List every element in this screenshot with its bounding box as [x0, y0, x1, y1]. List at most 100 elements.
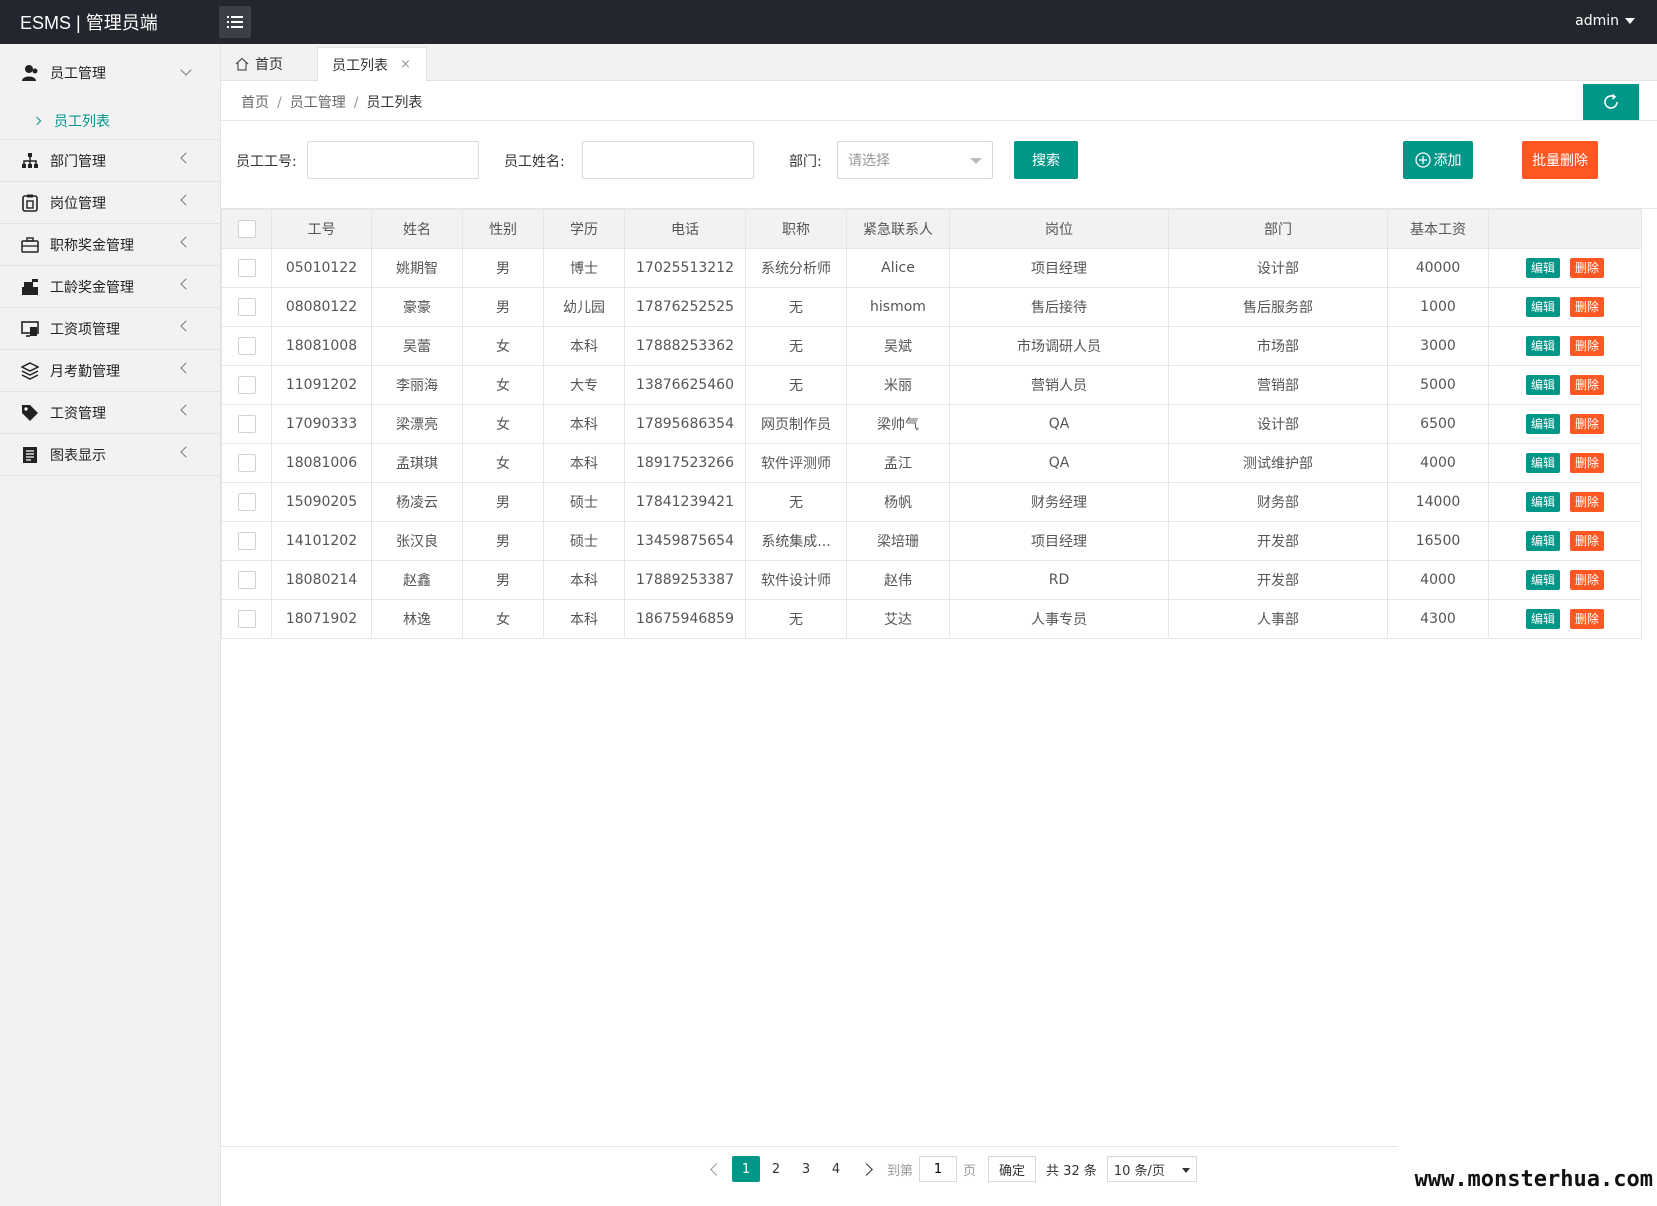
- sidebar-item-seniority-bonus[interactable]: 工龄奖金管理: [0, 266, 220, 308]
- employee-id-input[interactable]: [307, 141, 479, 179]
- breadcrumb-home[interactable]: 首页: [241, 95, 269, 111]
- delete-button[interactable]: 删除: [1570, 258, 1605, 278]
- sidebar-item-salary-item[interactable]: 工资项管理: [0, 308, 220, 350]
- edit-button[interactable]: 编辑: [1525, 414, 1560, 434]
- pagination-bar: 1 2 3 4 到第 页 确定 共 32 条 10 条/页: [221, 1146, 1398, 1191]
- table-cell: 13876625460: [624, 365, 746, 405]
- edit-button[interactable]: 编辑: [1525, 453, 1560, 473]
- sidebar-subitem-employee-list[interactable]: 员工列表: [0, 102, 220, 140]
- table-cell: 5000: [1387, 365, 1489, 405]
- breadcrumb: 首页 / 员工管理 / 员工列表: [241, 95, 423, 111]
- table-cell: 售后服务部: [1168, 287, 1388, 327]
- table-cell: 测试维护部: [1168, 443, 1388, 483]
- row-checkbox[interactable]: [237, 259, 256, 277]
- tab-home[interactable]: 首页: [221, 47, 317, 81]
- row-checkbox[interactable]: [237, 376, 256, 394]
- column-header[interactable]: 紧急联系人: [846, 209, 950, 249]
- caret-down-icon[interactable]: [1625, 18, 1635, 24]
- page-4[interactable]: 4: [822, 1156, 850, 1182]
- column-header[interactable]: 学历: [543, 209, 625, 249]
- close-icon[interactable]: ×: [400, 57, 411, 72]
- delete-button[interactable]: 删除: [1570, 492, 1605, 512]
- edit-button[interactable]: 编辑: [1525, 492, 1560, 512]
- sidebar-item-employee[interactable]: 员工管理: [0, 44, 220, 102]
- select-all-checkbox[interactable]: [237, 220, 256, 238]
- table-cell: 无: [745, 599, 847, 639]
- row-checkbox[interactable]: [237, 337, 256, 355]
- edit-button[interactable]: 编辑: [1525, 375, 1560, 395]
- row-checkbox[interactable]: [237, 415, 256, 433]
- column-header[interactable]: 工号: [271, 209, 372, 249]
- table-cell: 女: [462, 443, 544, 483]
- row-checkbox[interactable]: [237, 532, 256, 550]
- row-checkbox[interactable]: [237, 610, 256, 628]
- menu-toggle-button[interactable]: [219, 6, 251, 38]
- column-header[interactable]: 姓名: [371, 209, 463, 249]
- table-cell: hismom: [846, 287, 950, 327]
- row-checkbox[interactable]: [237, 493, 256, 511]
- next-page-button[interactable]: [852, 1156, 880, 1182]
- table-cell: 财务部: [1168, 482, 1388, 522]
- table-cell: 姚期智: [371, 248, 463, 288]
- table-cell: 男: [462, 521, 544, 561]
- table-cell: 无: [745, 365, 847, 405]
- tab-employee-list[interactable]: 员工列表 ×: [317, 47, 427, 81]
- edit-button[interactable]: 编辑: [1525, 531, 1560, 551]
- search-form: 员工工号: 员工姓名: 部门: 请选择 搜索 添加 批量删除: [221, 121, 1657, 209]
- per-page-select[interactable]: 10 条/页: [1106, 1156, 1197, 1182]
- edit-button[interactable]: 编辑: [1525, 336, 1560, 356]
- sidebar-item-department[interactable]: 部门管理: [0, 140, 220, 182]
- column-header[interactable]: 岗位: [949, 209, 1169, 249]
- sidebar-item-position[interactable]: 岗位管理: [0, 182, 220, 224]
- delete-button[interactable]: 删除: [1570, 609, 1605, 629]
- sidebar-item-title-bonus[interactable]: 职称奖金管理: [0, 224, 220, 266]
- row-checkbox[interactable]: [237, 571, 256, 589]
- delete-button[interactable]: 删除: [1570, 414, 1605, 434]
- table-cell: 售后接待: [949, 287, 1169, 327]
- edit-button[interactable]: 编辑: [1525, 297, 1560, 317]
- table-cell: 18081008: [271, 326, 372, 366]
- table-cell: 无: [745, 326, 847, 366]
- search-button[interactable]: 搜索: [1014, 141, 1078, 179]
- table-row: 18071902 林逸女本科 18675946859 无艾达 人事专员 人事部 4300 编辑…: [221, 599, 1642, 639]
- breadcrumb-employee[interactable]: 员工管理: [290, 95, 346, 111]
- table-cell: 本科: [543, 599, 625, 639]
- add-button[interactable]: 添加: [1403, 141, 1473, 179]
- table-cell: 本科: [543, 560, 625, 600]
- row-checkbox[interactable]: [237, 454, 256, 472]
- table-cell: 网页制作员: [745, 404, 847, 444]
- row-checkbox[interactable]: [237, 298, 256, 316]
- goto-page-input[interactable]: [919, 1156, 958, 1182]
- department-select[interactable]: 请选择: [837, 141, 993, 179]
- goto-confirm-button[interactable]: 确定: [988, 1156, 1037, 1182]
- table-cell: 营销人员: [949, 365, 1169, 405]
- column-header[interactable]: 电话: [624, 209, 746, 249]
- employee-name-input[interactable]: [582, 141, 754, 179]
- page-3[interactable]: 3: [792, 1156, 820, 1182]
- delete-button[interactable]: 删除: [1570, 453, 1605, 473]
- delete-button[interactable]: 删除: [1570, 375, 1605, 395]
- table-cell: 梁漂亮: [371, 404, 463, 444]
- column-header[interactable]: 基本工资: [1387, 209, 1489, 249]
- column-header[interactable]: 职称: [745, 209, 847, 249]
- delete-button[interactable]: 删除: [1570, 570, 1605, 590]
- sidebar-item-attendance[interactable]: 月考勤管理: [0, 350, 220, 392]
- edit-button[interactable]: 编辑: [1525, 258, 1560, 278]
- edit-button[interactable]: 编辑: [1525, 570, 1560, 590]
- batch-delete-button[interactable]: 批量删除: [1522, 141, 1598, 179]
- column-header[interactable]: 性别: [462, 209, 544, 249]
- user-menu[interactable]: admin: [1575, 13, 1619, 29]
- delete-button[interactable]: 删除: [1570, 336, 1605, 356]
- delete-button[interactable]: 删除: [1570, 297, 1605, 317]
- top-header: ESMS | 管理员端 admin: [0, 0, 1657, 44]
- sidebar-item-charts[interactable]: 图表显示: [0, 434, 220, 476]
- page-1[interactable]: 1: [732, 1156, 760, 1182]
- delete-button[interactable]: 删除: [1570, 531, 1605, 551]
- sidebar-item-salary[interactable]: 工资管理: [0, 392, 220, 434]
- table-cell: 财务经理: [949, 482, 1169, 522]
- refresh-button[interactable]: [1583, 84, 1639, 120]
- page-2[interactable]: 2: [762, 1156, 790, 1182]
- column-header[interactable]: 部门: [1168, 209, 1388, 249]
- prev-page-button[interactable]: [702, 1156, 730, 1182]
- edit-button[interactable]: 编辑: [1525, 609, 1560, 629]
